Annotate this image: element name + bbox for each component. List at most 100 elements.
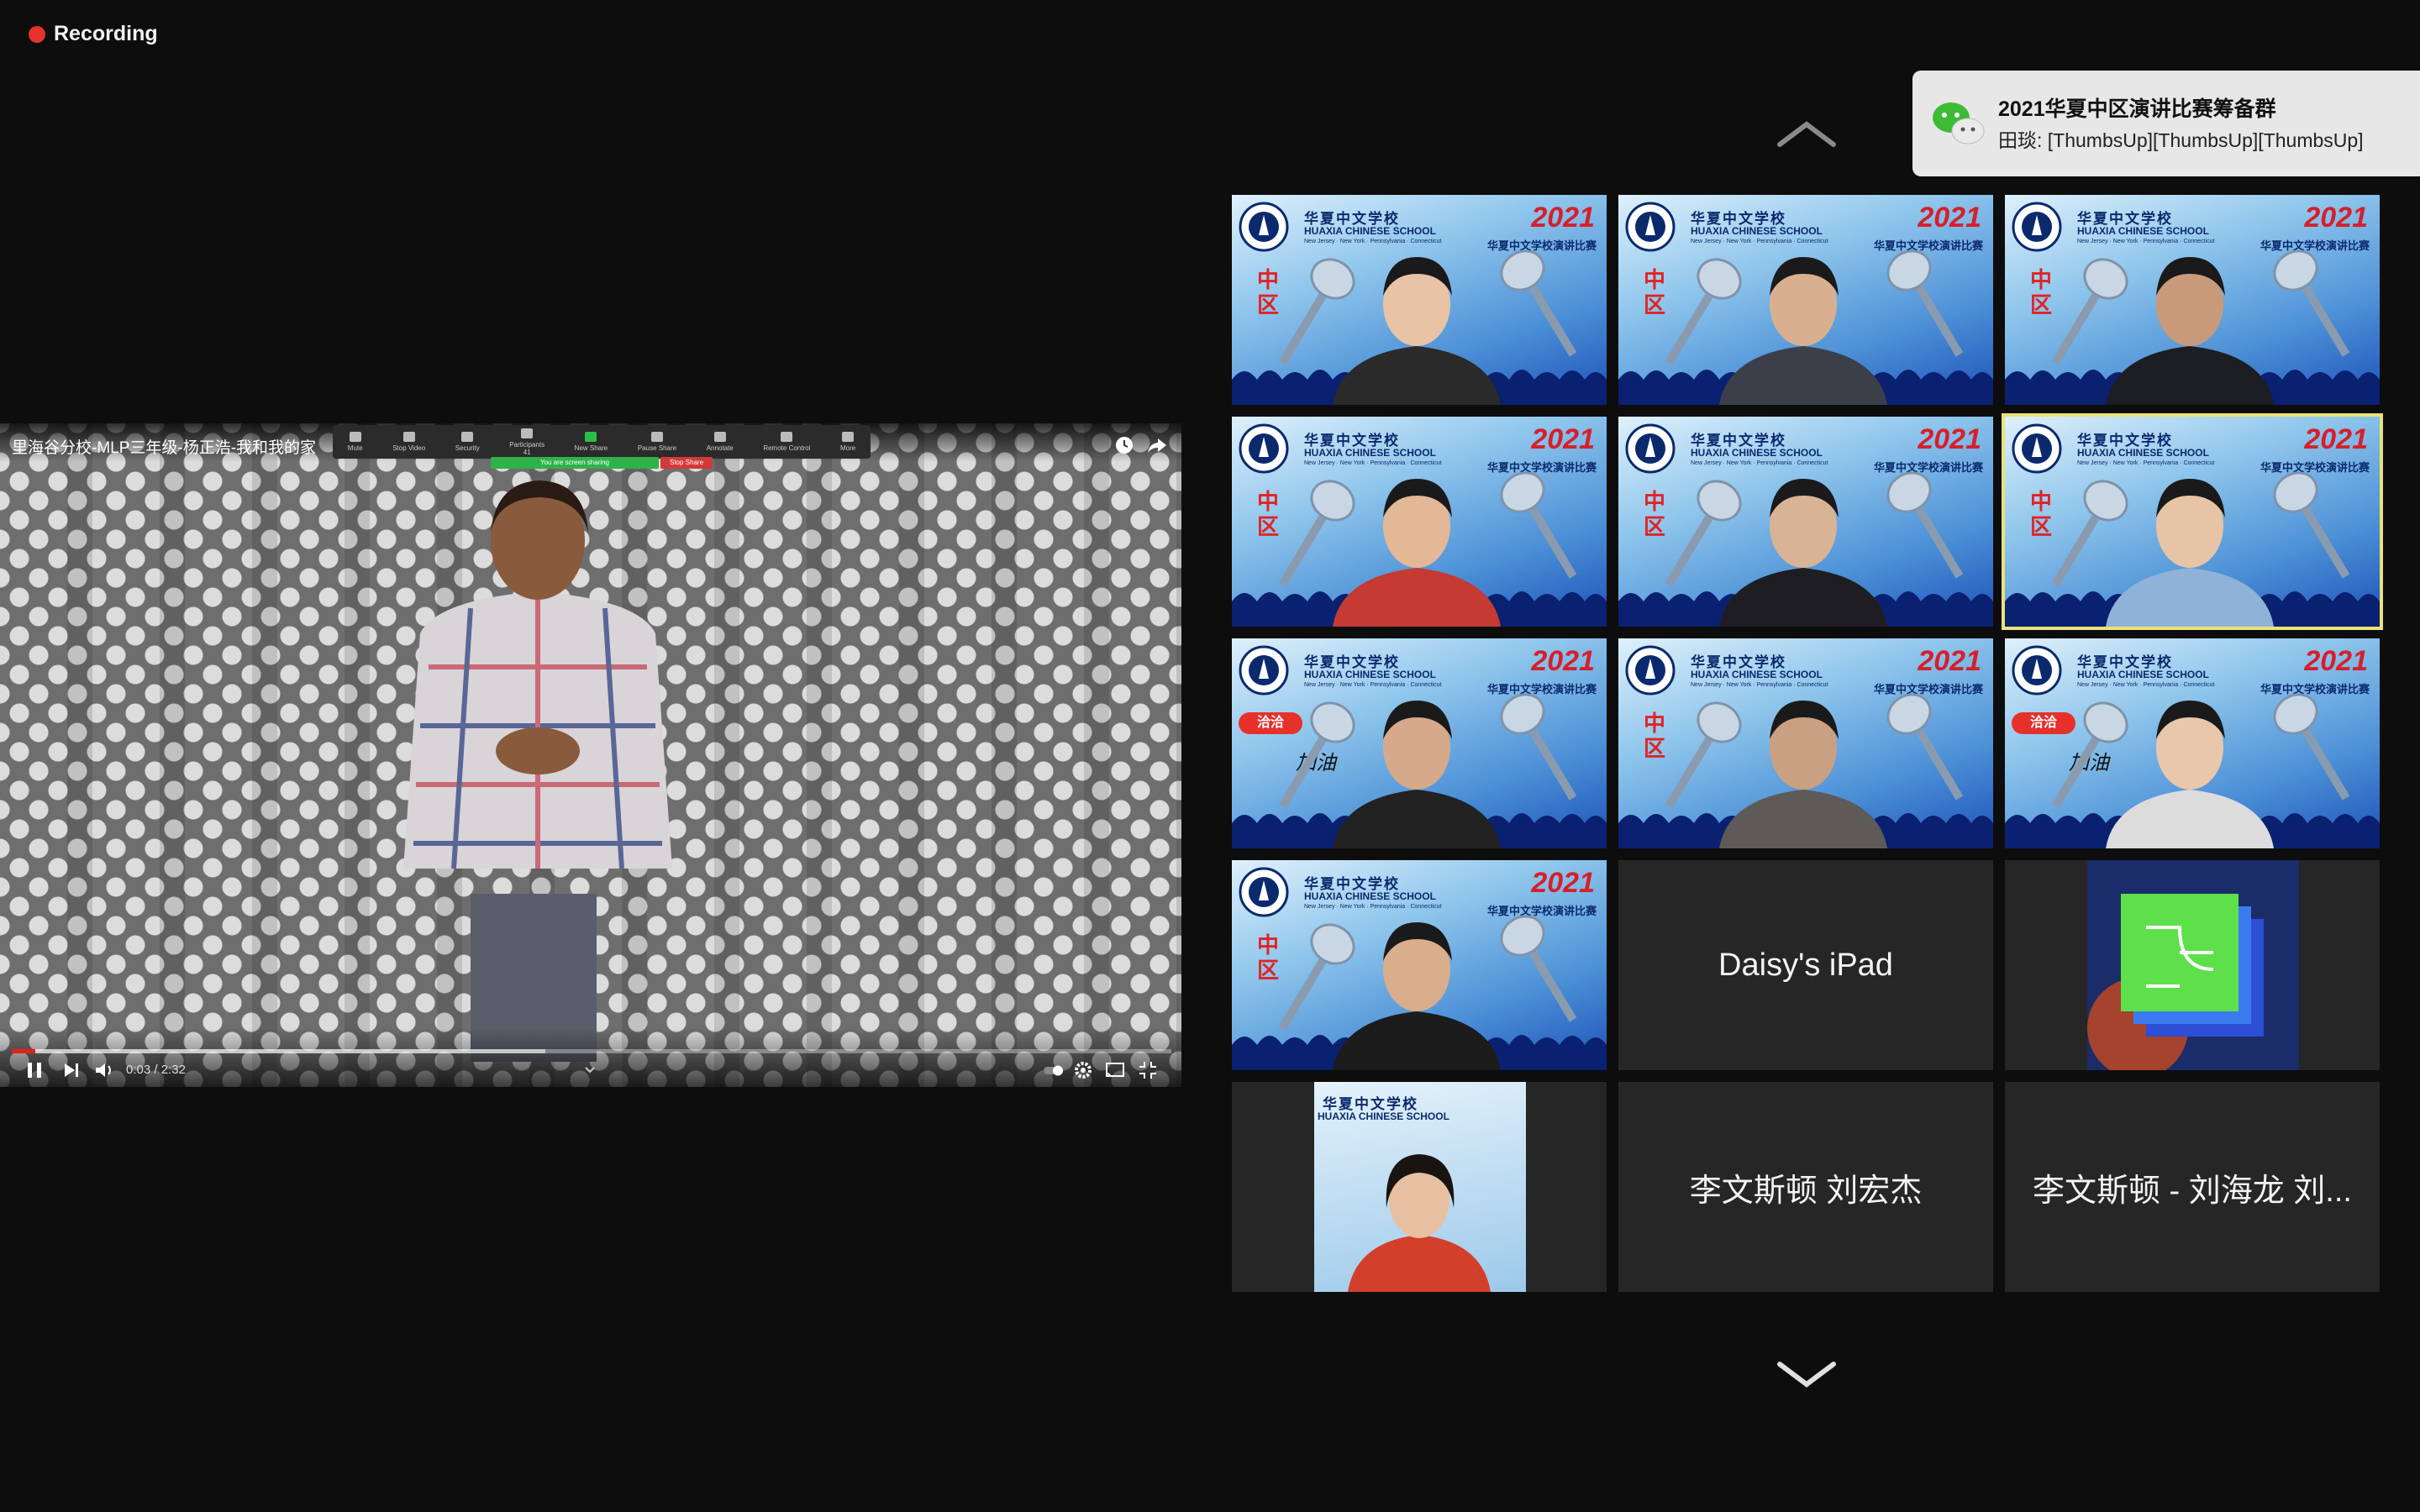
participant-video	[1333, 479, 1501, 627]
chevron-down-icon[interactable]	[1773, 1357, 1840, 1391]
participant-video-tile[interactable]: 华夏中文学校 HUAXIA CHINESE SCHOOL	[1232, 1082, 1607, 1292]
participant-video	[1333, 701, 1501, 848]
toolbar-annotate[interactable]: Annotate	[707, 432, 734, 452]
watch-later-icon[interactable]	[1114, 435, 1134, 455]
wechat-icon	[1933, 102, 1985, 144]
participant-name: 李文斯顿 - 刘海龙 刘...	[2032, 1173, 2352, 1209]
event-year: 2021	[1918, 202, 1981, 234]
school-logo-icon	[1625, 645, 1676, 696]
school-name-en: HUAXIA CHINESE SCHOOL	[2077, 669, 2209, 680]
shared-screen[interactable]: 里海谷分校-MLP三年级-杨正浩-我和我的家 Mute Stop Video S…	[0, 423, 1181, 1087]
pen-icon	[713, 432, 726, 442]
chevron-up-icon[interactable]	[1773, 118, 1840, 151]
participant-video-tile[interactable]: 华夏中文学校 HUAXIA CHINESE SCHOOL New Jersey · …	[1232, 860, 1607, 1070]
toolbar-security[interactable]: Security	[455, 432, 480, 452]
pause-icon[interactable]	[25, 1060, 44, 1080]
video-progress-bar[interactable]	[12, 1049, 1171, 1053]
event-year: 2021	[1531, 645, 1595, 677]
toolbar-participants[interactable]: Participants 41	[509, 428, 544, 456]
school-logo-icon	[1625, 202, 1676, 252]
event-year: 2021	[1918, 645, 1981, 677]
mouse-icon	[781, 432, 793, 442]
next-video-icon[interactable]	[62, 1060, 81, 1080]
event-year: 2021	[1531, 867, 1595, 899]
school-name-en: HUAXIA CHINESE SCHOOL	[2077, 225, 2209, 237]
event-year: 2021	[2304, 645, 2368, 677]
school-name-en: HUAXIA CHINESE SCHOOL	[1304, 669, 1436, 680]
toolbar-new-share[interactable]: New Share	[575, 432, 608, 452]
school-name-en: HUAXIA CHINESE SCHOOL	[1691, 447, 1823, 459]
event-year: 2021	[2304, 423, 2368, 455]
toolbar-stop-video[interactable]: Stop Video	[392, 432, 425, 452]
school-name-en: HUAXIA CHINESE SCHOOL	[1304, 225, 1436, 237]
participant-video-tile[interactable]: 华夏中文学校 HUAXIA CHINESE SCHOOL New Jersey · …	[1618, 638, 1993, 848]
exit-fullscreen-icon[interactable]	[1138, 1060, 1158, 1080]
participant-video-tile[interactable]: 华夏中文学校 HUAXIA CHINESE SCHOOL New Jersey · …	[2005, 638, 2380, 848]
school-logo-icon	[2012, 423, 2062, 474]
participant-video	[1719, 479, 1887, 627]
wechat-notification[interactable]: 2021华夏中区演讲比赛筹备群 田琰: [ThumbsUp][ThumbsUp]…	[1912, 71, 2420, 176]
participant-video	[2106, 479, 2274, 627]
toolbar-more[interactable]: More	[840, 432, 855, 452]
participant-video-tile[interactable]: 华夏中文学校 HUAXIA CHINESE SCHOOL New Jersey · …	[1618, 417, 1993, 627]
participant-video-tile[interactable]: 华夏中文学校 HUAXIA CHINESE SCHOOL New Jersey · …	[1232, 195, 1607, 405]
participant-video-tile[interactable]: 华夏中文学校 HUAXIA CHINESE SCHOOL New Jersey · …	[2002, 413, 2383, 630]
progress-buffer	[12, 1049, 545, 1053]
participant-name-tile[interactable]: 李文斯顿 刘宏杰	[1618, 1082, 1993, 1292]
toolbar-pause-share[interactable]: Pause Share	[638, 432, 676, 452]
video-time: 0:03 / 2:32	[126, 1063, 186, 1077]
stop-share-button[interactable]: Stop Share	[660, 457, 713, 469]
participant-video-tile[interactable]: 华夏中文学校 HUAXIA CHINESE SCHOOL New Jersey · …	[1232, 417, 1607, 627]
participant-video	[1719, 257, 1887, 405]
chevron-down-icon[interactable]	[583, 1060, 597, 1080]
toolbar-remote-control[interactable]: Remote Control	[763, 432, 810, 452]
participant-video	[1333, 922, 1501, 1070]
participant-video: 华夏中文学校 HUAXIA CHINESE SCHOOL	[1314, 1082, 1526, 1292]
participant-video-tile[interactable]: 华夏中文学校 HUAXIA CHINESE SCHOOL New Jersey · …	[1618, 195, 1993, 405]
event-year: 2021	[1531, 202, 1595, 234]
abstract-logo-avatar-icon	[2087, 860, 2299, 1070]
participants-icon	[521, 428, 534, 438]
screen-sharing-banner: You are screen sharing	[491, 457, 659, 469]
player-controls: 0:03 / 2:32	[0, 1028, 1181, 1087]
participant-name: Daisy's iPad	[1718, 947, 1893, 983]
gear-icon[interactable]	[1074, 1060, 1092, 1080]
school-name-en: HUAXIA CHINESE SCHOOL	[1304, 890, 1436, 902]
progress-played	[12, 1049, 35, 1053]
school-name-en: HUAXIA CHINESE SCHOOL	[2077, 447, 2209, 459]
speaker-child-image	[403, 480, 672, 1062]
school-logo-icon	[2012, 645, 2062, 696]
participant-name-tile[interactable]: 李文斯顿 - 刘海龙 刘...	[2005, 1082, 2380, 1292]
recording-indicator: Recording	[29, 22, 158, 46]
cast-icon[interactable]	[1104, 1060, 1126, 1080]
notification-title: 2021华夏中区演讲比赛筹备群	[1998, 97, 2276, 121]
event-year: 2021	[2304, 202, 2368, 234]
participant-video	[1719, 701, 1887, 848]
participant-video-tile[interactable]: 华夏中文学校 HUAXIA CHINESE SCHOOL New Jersey · …	[2005, 195, 2380, 405]
participant-video	[1333, 257, 1501, 405]
school-logo-icon	[1625, 423, 1676, 474]
video-title: 里海谷分校-MLP三年级-杨正浩-我和我的家	[12, 439, 317, 457]
participant-avatar-tile[interactable]	[2005, 860, 2380, 1070]
volume-icon[interactable]	[94, 1060, 116, 1080]
participant-image	[1348, 1154, 1491, 1292]
school-logo-icon	[1239, 423, 1289, 474]
zoom-meeting-toolbar: Mute Stop Video Security Participants 41 …	[333, 425, 871, 459]
toolbar-mute[interactable]: Mute	[348, 432, 363, 452]
camera-icon	[402, 432, 415, 442]
school-logo-icon	[1239, 645, 1289, 696]
share-arrow-icon[interactable]	[1146, 435, 1168, 455]
school-name-en: HUAXIA CHINESE SCHOOL	[1318, 1110, 1449, 1122]
participant-name: 李文斯顿 刘宏杰	[1689, 1173, 1923, 1209]
recording-dot-icon	[29, 25, 45, 43]
participant-video	[2106, 257, 2274, 405]
participant-video-tile[interactable]: 华夏中文学校 HUAXIA CHINESE SCHOOL New Jersey · …	[1232, 638, 1607, 848]
event-year: 2021	[1531, 423, 1595, 455]
autoplay-toggle-icon[interactable]	[1042, 1060, 1064, 1080]
notification-message: 田琰: [ThumbsUp][ThumbsUp][ThumbsUp]	[1998, 129, 2364, 151]
participant-name-tile[interactable]: Daisy's iPad	[1618, 860, 1993, 1070]
school-logo-icon	[2012, 202, 2062, 252]
mic-icon	[349, 432, 361, 442]
shield-icon	[461, 432, 474, 442]
more-icon	[842, 432, 855, 442]
